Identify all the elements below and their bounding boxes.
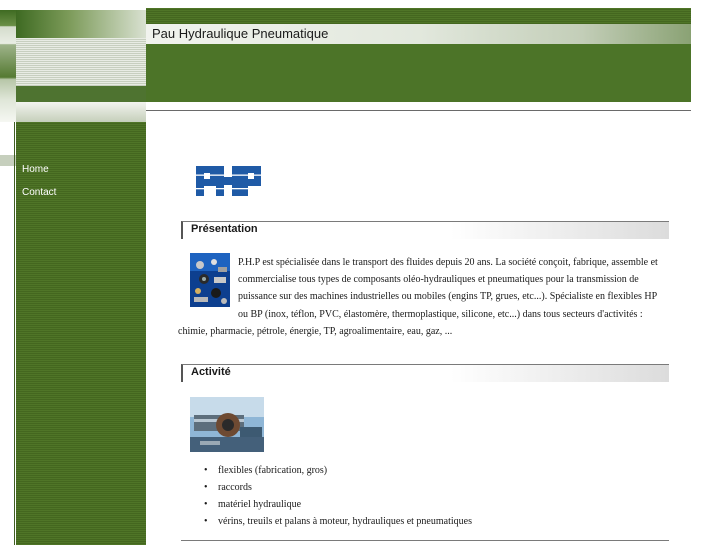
hydraulic-cylinder-photo bbox=[190, 397, 264, 452]
presentation-paragraph: P.H.P est spécialisée dans le transport … bbox=[178, 257, 658, 337]
header-title-bar: Pau Hydraulique Pneumatique bbox=[146, 24, 691, 44]
sidebar-deco-band-1 bbox=[16, 10, 146, 38]
site-title: Pau Hydraulique Pneumatique bbox=[152, 26, 329, 41]
header-divider bbox=[146, 110, 691, 111]
text-float-spacer bbox=[178, 254, 238, 322]
section-header-activite: Activité bbox=[181, 364, 669, 382]
nav-contact-link[interactable]: Contact bbox=[22, 181, 56, 204]
left-edge-line bbox=[14, 122, 15, 545]
presentation-text: P.H.P est spécialisée dans le transport … bbox=[178, 254, 668, 340]
nav-home-link[interactable]: Home bbox=[22, 158, 56, 181]
header-top-band bbox=[146, 8, 691, 24]
sidebar-header-decoration bbox=[16, 10, 146, 122]
activite-list: flexibles (fabrication, gros) raccords m… bbox=[204, 462, 472, 530]
sidebar-deco-band-3 bbox=[16, 86, 146, 102]
sidebar-deco-band-2 bbox=[16, 38, 146, 86]
section-title-presentation: Présentation bbox=[191, 223, 258, 235]
section-header-presentation: Présentation bbox=[181, 221, 669, 239]
php-logo bbox=[196, 166, 262, 196]
sidebar-nav: Home Contact bbox=[22, 158, 56, 204]
list-item: raccords bbox=[204, 479, 472, 496]
section-title-activite: Activité bbox=[191, 366, 231, 378]
sidebar: Home Contact bbox=[16, 122, 146, 545]
list-item: flexibles (fabrication, gros) bbox=[204, 462, 472, 479]
list-item: vérins, treuils et palans à moteur, hydr… bbox=[204, 513, 472, 530]
left-edge-decoration bbox=[0, 10, 16, 122]
sidebar-deco-band-4 bbox=[16, 102, 146, 122]
list-item: matériel hydraulique bbox=[204, 496, 472, 513]
section-divider bbox=[181, 540, 669, 541]
header-banner bbox=[146, 44, 691, 102]
